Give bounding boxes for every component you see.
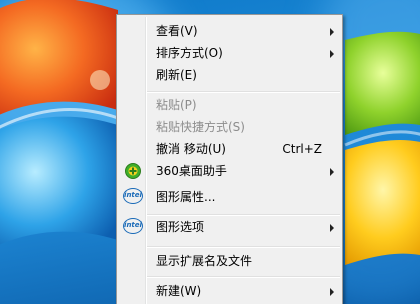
logo-red-pane <box>0 0 118 115</box>
menu-item-graphics-options[interactable]: intel 图形选项 <box>119 216 340 238</box>
logo-yellow-pane <box>345 140 420 265</box>
menu-item-shortcut: Ctrl+Z <box>282 142 322 156</box>
menu-item-view[interactable]: 查看(V) <box>119 20 340 42</box>
logo-blue-pane <box>0 116 118 245</box>
submenu-arrow-icon <box>330 168 334 176</box>
intel-icon: intel <box>123 188 143 206</box>
menu-separator <box>147 246 340 248</box>
intel-icon: intel <box>123 218 143 236</box>
360-assistant-icon <box>123 162 143 180</box>
menu-item-label: 刷新(E) <box>156 68 197 82</box>
menu-item-paste[interactable]: 粘贴(P) <box>119 94 340 116</box>
menu-item-label: 撤消 移动(U) <box>156 142 226 156</box>
desktop-context-menu: 查看(V) 排序方式(O) 刷新(E) 粘贴(P) 粘贴快捷方式(S) 撤消 移… <box>116 14 343 304</box>
intel-logo-text: intel <box>123 218 143 234</box>
submenu-arrow-icon <box>330 28 334 36</box>
menu-item-label: 粘贴快捷方式(S) <box>156 120 245 134</box>
menu-item-refresh[interactable]: 刷新(E) <box>119 64 340 86</box>
menu-item-paste-shortcut[interactable]: 粘贴快捷方式(S) <box>119 116 340 138</box>
menu-item-graphics-properties[interactable]: intel 图形属性... <box>119 186 340 208</box>
submenu-arrow-icon <box>330 50 334 58</box>
menu-item-new[interactable]: 新建(W) <box>119 280 340 302</box>
menu-item-sort-by[interactable]: 排序方式(O) <box>119 42 340 64</box>
menu-item-label: 图形属性... <box>156 190 216 204</box>
menu-separator <box>147 276 340 278</box>
menu-item-label: 图形选项 <box>156 220 205 234</box>
menu-item-label: 查看(V) <box>156 24 198 38</box>
menu-item-undo-move[interactable]: 撤消 移动(U) Ctrl+Z <box>119 138 340 160</box>
menu-item-label: 显示扩展名及文件 <box>156 254 253 268</box>
menu-item-show-extensions[interactable]: 显示扩展名及文件 <box>119 250 340 272</box>
menu-item-label: 新建(W) <box>156 284 202 298</box>
submenu-arrow-icon <box>330 224 334 232</box>
menu-item-label: 360桌面助手 <box>156 164 227 178</box>
menu-item-label: 排序方式(O) <box>156 46 223 60</box>
submenu-arrow-icon <box>330 288 334 296</box>
menu-item-360-assistant[interactable]: 360桌面助手 <box>119 160 340 182</box>
intel-logo-text: intel <box>123 188 143 204</box>
logo-green-pane <box>345 31 420 135</box>
menu-separator <box>147 91 340 93</box>
menu-item-label: 粘贴(P) <box>156 98 197 112</box>
desktop-background[interactable]: 查看(V) 排序方式(O) 刷新(E) 粘贴(P) 粘贴快捷方式(S) 撤消 移… <box>0 0 420 304</box>
